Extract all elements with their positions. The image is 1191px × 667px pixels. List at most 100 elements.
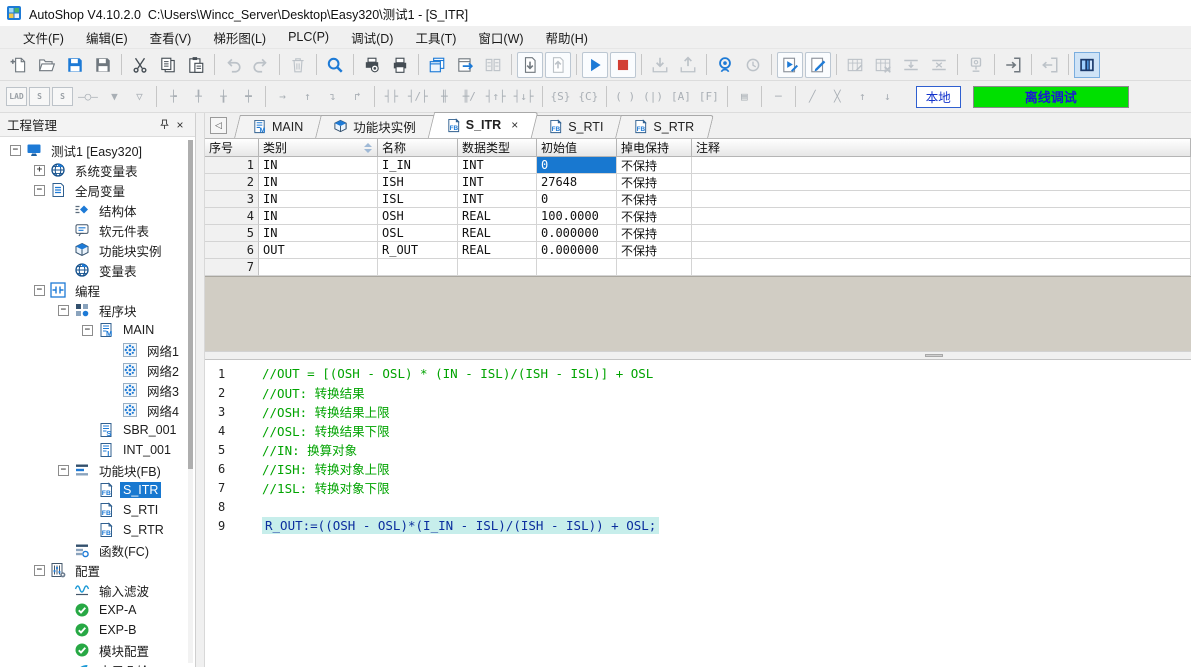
grid-convert-button[interactable] [842,52,868,78]
tree-item-21[interactable]: −配置 [0,560,195,580]
device-test-button[interactable] [963,52,989,78]
ladder-tool-30[interactable]: [F] [696,85,722,109]
tree-item-26[interactable]: 电子凸轮 [0,660,195,667]
cell-r6-c1[interactable] [259,259,378,276]
ladder-tool-37[interactable]: ╳ [826,85,849,109]
tree-item-24[interactable]: EXP-B [0,620,195,640]
tree-item-19[interactable]: S_RTR [0,520,195,540]
cell-r3-c5[interactable]: 不保持 [617,208,692,225]
delete-button[interactable] [285,52,311,78]
tree-item-22[interactable]: 输入滤波 [0,580,195,600]
tab-s-rti[interactable]: S_RTI [533,115,620,138]
tab-fb-instance[interactable]: 功能块实例 [318,115,433,138]
sort-icons[interactable] [364,143,372,153]
ladder-tool-17[interactable]: ┤├ [380,85,403,109]
new-file-button[interactable] [6,52,32,78]
window-copy-button[interactable] [424,52,450,78]
col-header-2[interactable]: 名称 [378,139,458,157]
ladder-tool-20[interactable]: ╫/ [458,85,481,109]
sidebar-splitter[interactable] [196,113,205,667]
cell-r0-c6[interactable] [692,157,1191,174]
tree-item-16[interactable]: −功能块(FB) [0,460,195,480]
cell-r4-c0[interactable]: 5 [205,225,259,242]
cell-r4-c3[interactable]: REAL [458,225,537,242]
local-mode-button[interactable]: 本地 [916,86,961,108]
cell-r3-c6[interactable] [692,208,1191,225]
ladder-tool-5[interactable]: ▽ [128,85,151,109]
cell-r5-c0[interactable]: 6 [205,242,259,259]
col-header-1[interactable]: 类别 [259,139,378,157]
ladder-tool-12[interactable]: → [271,85,294,109]
cell-r3-c2[interactable]: OSH [378,208,458,225]
cell-r2-c5[interactable]: 不保持 [617,191,692,208]
undo-button[interactable] [220,52,246,78]
ladder-tool-13[interactable]: ↑ [296,85,319,109]
close-icon[interactable]: × [172,117,188,133]
cell-r2-c0[interactable]: 3 [205,191,259,208]
cell-r2-c2[interactable]: ISL [378,191,458,208]
tree-item-5[interactable]: 功能块实例 [0,240,195,260]
collapse-icon[interactable]: − [58,305,69,316]
collapse-icon[interactable]: − [58,465,69,476]
cell-r6-c4[interactable] [537,259,617,276]
ladder-tool-19[interactable]: ╫ [433,85,456,109]
paste-button[interactable] [183,52,209,78]
panel-view-button[interactable] [1074,52,1100,78]
find-button[interactable] [322,52,348,78]
tree-item-1[interactable]: +系统变量表 [0,160,195,180]
rows-merge-button[interactable] [898,52,924,78]
cell-r4-c6[interactable] [692,225,1191,242]
doc-upload-button[interactable] [545,52,571,78]
ladder-tool-7[interactable]: ┾ [162,85,185,109]
cell-r2-c4[interactable]: 0 [537,191,617,208]
tree-item-7[interactable]: −编程 [0,280,195,300]
menu-file[interactable]: 文件(F) [12,26,75,48]
cell-r6-c5[interactable] [617,259,692,276]
tab-s-rtr[interactable]: S_RTR [618,115,711,138]
cell-r0-c2[interactable]: I_IN [378,157,458,174]
cell-r1-c0[interactable]: 2 [205,174,259,191]
splitter-grip[interactable] [925,354,943,357]
tab-main[interactable]: MAIN [237,115,320,138]
stop-button[interactable] [610,52,636,78]
ladder-tool-4[interactable]: ▼ [103,85,126,109]
tree-item-14[interactable]: SBR_001 [0,420,195,440]
ladder-tool-9[interactable]: ╁ [212,85,235,109]
cell-r6-c0[interactable]: 7 [205,259,259,276]
menu-ladder[interactable]: 梯形图(L) [202,26,277,48]
cut-button[interactable] [127,52,153,78]
collapse-icon[interactable]: − [34,285,45,296]
tree-item-23[interactable]: EXP-A [0,600,195,620]
ladder-tool-1[interactable]: S [29,87,50,106]
play-button[interactable] [582,52,608,78]
door-in-button[interactable] [1000,52,1026,78]
print-preview-button[interactable] [359,52,385,78]
pin-icon[interactable] [156,117,172,133]
cell-r0-c4[interactable]: 0 [537,157,617,174]
ladder-tool-32[interactable]: ▤ [733,85,756,109]
tab-scroll-left-icon[interactable]: ◁ [210,117,227,134]
cell-r4-c1[interactable]: IN [259,225,378,242]
cell-r1-c4[interactable]: 27648 [537,174,617,191]
collapse-icon[interactable]: − [82,325,93,336]
cell-r4-c4[interactable]: 0.000000 [537,225,617,242]
col-header-3[interactable]: 数据类型 [458,139,537,157]
col-header-5[interactable]: 掉电保持 [617,139,692,157]
sidebar-scrollbar-thumb[interactable] [188,140,193,469]
cell-r4-c2[interactable]: OSL [378,225,458,242]
cell-r5-c2[interactable]: R_OUT [378,242,458,259]
ladder-tool-28[interactable]: (|) [640,85,666,109]
tray-upload-button[interactable] [675,52,701,78]
ladder-tool-36[interactable]: ╱ [801,85,824,109]
code-line-6[interactable]: 6//ISH: 转换对象上限 [205,459,1191,478]
tree-item-12[interactable]: 网络3 [0,380,195,400]
save-all-button[interactable] [90,52,116,78]
tree-item-11[interactable]: 网络2 [0,360,195,380]
menu-debug[interactable]: 调试(D) [340,26,404,48]
cell-r1-c1[interactable]: IN [259,174,378,191]
print-button[interactable] [387,52,413,78]
time-watch-button[interactable] [740,52,766,78]
cell-r1-c2[interactable]: ISH [378,174,458,191]
window-compare-button[interactable] [480,52,506,78]
cell-r0-c0[interactable]: 1 [205,157,259,174]
